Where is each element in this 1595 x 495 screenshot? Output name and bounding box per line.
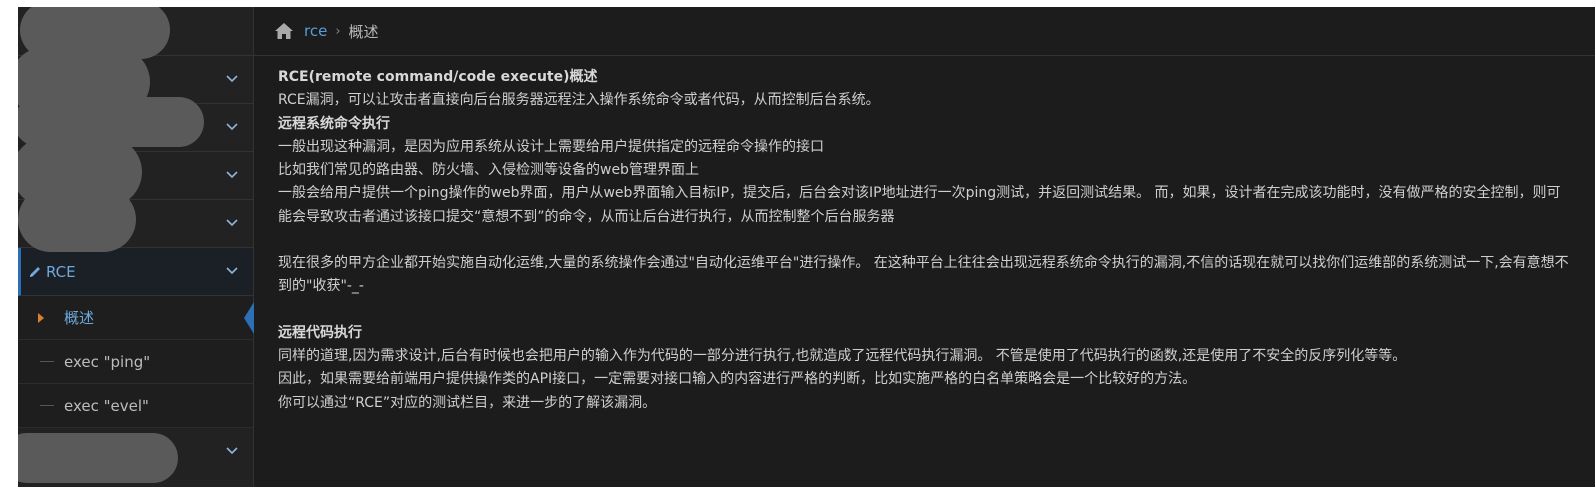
- article-title: RCE(remote command/code execute)概述: [278, 69, 598, 85]
- chevron-down-icon: [226, 447, 238, 455]
- sidebar: RCE 概述 exec "ping" exec "evel": [18, 7, 254, 487]
- chevron-down-icon: [226, 171, 238, 179]
- sub-item-exec-ping[interactable]: exec "ping": [18, 340, 253, 384]
- main-content: rce › 概述 RCE(remote command/code execute…: [254, 7, 1595, 487]
- home-icon[interactable]: [274, 22, 294, 40]
- section-heading-command: 远程系统命令执行: [278, 115, 390, 132]
- article-intro: RCE漏洞，可以让攻击者直接向后台服务器远程注入操作系统命令或者代码，从而控制后…: [278, 92, 880, 109]
- paragraph: 现在很多的甲方企业都开始实施自动化运维,大量的系统操作会通过"自动化运维平台"进…: [278, 255, 1569, 295]
- tree-line: [40, 361, 54, 362]
- breadcrumb: rce › 概述: [254, 7, 1595, 56]
- redaction-mark: [18, 187, 136, 252]
- sub-item-label: 概述: [64, 309, 95, 327]
- paragraph: 一般出现这种漏洞，是因为应用系统从设计上需要给用户提供指定的远程命令操作的接口: [278, 138, 824, 155]
- app-window: RCE 概述 exec "ping" exec "evel" rce › 概述 …: [18, 7, 1595, 487]
- breadcrumb-link-rce[interactable]: rce: [304, 22, 327, 40]
- redaction-mark: [18, 433, 178, 483]
- breadcrumb-current: 概述: [348, 22, 379, 41]
- paragraph: 你可以通过“RCE”对应的测试栏目，来进一步的了解该漏洞。: [278, 394, 657, 411]
- sub-item-label: exec "evel": [64, 396, 149, 415]
- paragraph: 因此，如果需要给前端用户提供操作类的API接口，一定需要对接口输入的内容进行严格…: [278, 371, 1197, 388]
- chevron-down-icon: [226, 123, 238, 131]
- section-heading-code: 远程代码执行: [278, 324, 362, 341]
- sub-item-overview[interactable]: 概述: [18, 296, 254, 340]
- article: RCE(remote command/code execute)概述 RCE漏洞…: [254, 56, 1595, 415]
- active-pointer: [244, 302, 254, 334]
- tree-line: [40, 405, 54, 406]
- triangle-bullet-icon: [38, 313, 44, 323]
- chevron-down-icon: [226, 219, 238, 227]
- sub-item-label: exec "ping": [64, 352, 151, 371]
- chevron-right-icon: ›: [335, 23, 341, 39]
- sub-item-exec-evel[interactable]: exec "evel": [18, 384, 253, 428]
- paragraph: 同样的道理,因为需求设计,后台有时候也会把用户的输入作为代码的一部分进行执行,也…: [278, 347, 1407, 364]
- pencil-icon: [30, 266, 40, 277]
- sidebar-item-rce[interactable]: RCE: [18, 248, 253, 296]
- chevron-down-icon: [226, 75, 238, 83]
- paragraph: 一般会给用户提供一个ping操作的web界面，用户从web界面输入目标IP，提交…: [278, 185, 1561, 225]
- paragraph: 比如我们常见的路由器、防火墙、入侵检测等设备的web管理界面上: [278, 162, 699, 179]
- rce-submenu: 概述 exec "ping" exec "evel": [18, 296, 254, 428]
- chevron-down-icon: [226, 267, 238, 275]
- sidebar-item-label: RCE: [46, 262, 76, 281]
